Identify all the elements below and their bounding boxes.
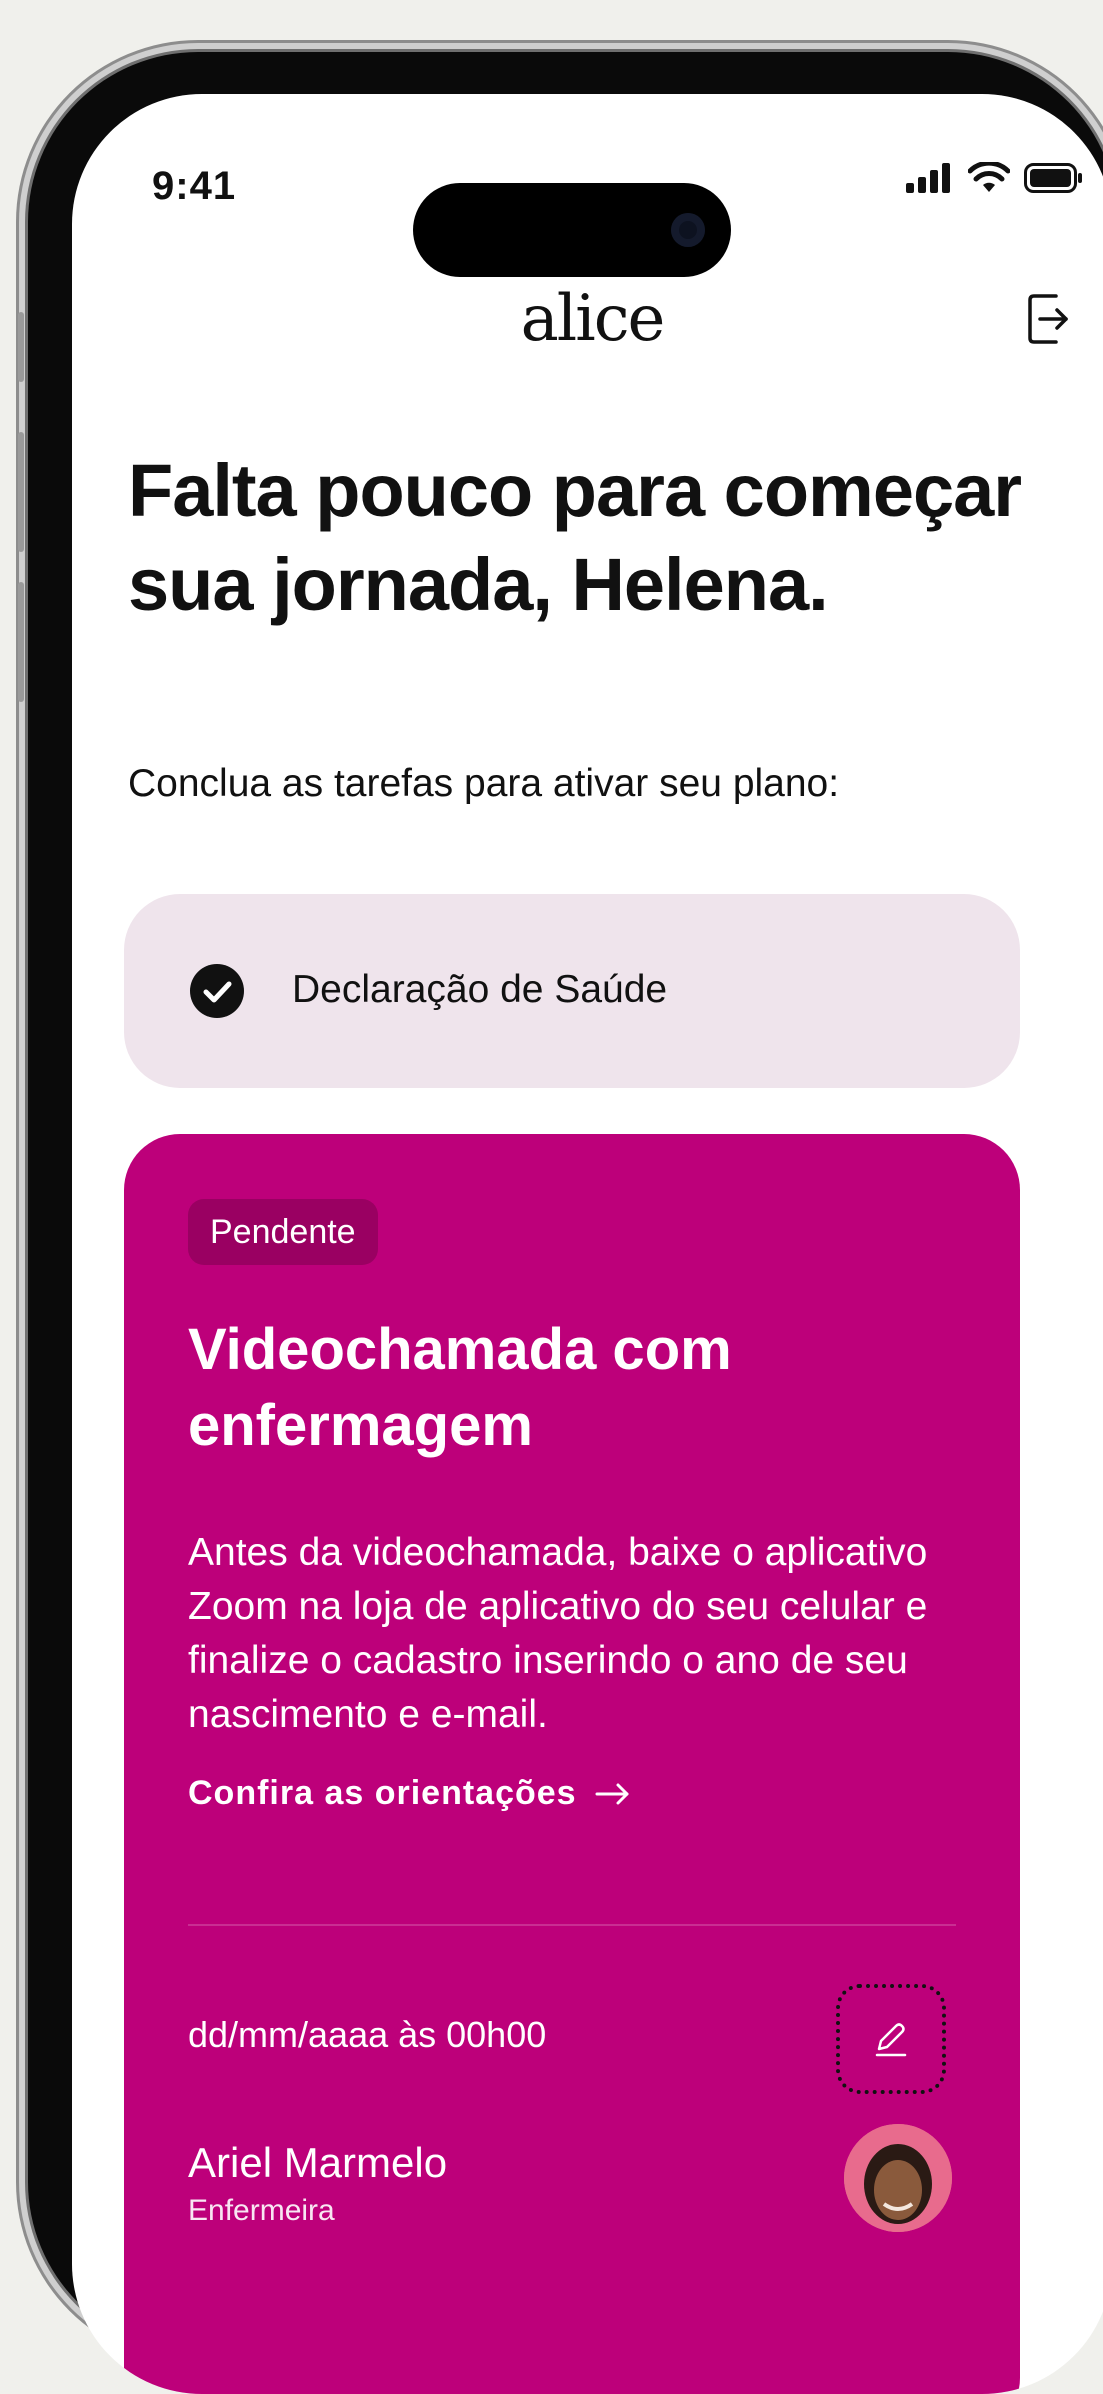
appointment-datetime: dd/mm/aaaa às 00h00: [188, 2014, 547, 2055]
alice-logo: alice: [520, 282, 666, 356]
page-title: Falta pouco para começar sua jornada, He…: [128, 449, 1022, 626]
dynamic-island: [413, 183, 731, 277]
battery-icon: [1024, 163, 1082, 193]
action-button: [18, 312, 24, 382]
logout-icon: [1028, 294, 1068, 344]
task-title: Videochamada com enfermagem: [188, 1317, 732, 1458]
logout-button[interactable]: [1026, 290, 1072, 353]
camera-icon: [671, 213, 705, 247]
nurse-name: Ariel Marmelo: [188, 2139, 448, 2186]
nurse-avatar: [844, 2124, 952, 2232]
page-subtitle: Conclua as tarefas para ativar seu plano…: [128, 762, 840, 805]
guidelines-link-label: Confira as orientações: [188, 1774, 577, 1812]
status-time: 9:41: [152, 164, 237, 208]
nurse-role: Enfermeira: [188, 2194, 335, 2227]
status-badge: Pendente: [188, 1199, 378, 1265]
pending-task-card: Pendente Videochamada com enfermagem Ant…: [124, 1134, 1020, 2394]
guidelines-link[interactable]: Confira as orientações: [188, 1774, 631, 1813]
system-icons: [906, 162, 1082, 194]
edit-appointment-button[interactable]: [836, 1984, 946, 2094]
check-circle-icon: [190, 964, 244, 1018]
volume-up-button: [18, 432, 24, 552]
volume-down-button: [18, 582, 24, 702]
wifi-icon: [968, 162, 1010, 192]
pencil-icon: [875, 2023, 907, 2057]
arrow-right-icon: [595, 1783, 629, 1804]
phone-frame: 9:41 alice Falta pouco para começar sua …: [18, 52, 1103, 2394]
status-bar: 9:41: [72, 94, 1103, 277]
app-screen: 9:41 alice Falta pouco para começar sua …: [72, 94, 1103, 2394]
completed-task-label: Declaração de Saúde: [292, 968, 668, 1011]
task-description: Antes da videochamada, baixe o aplicativ…: [188, 1531, 928, 1736]
completed-task-card[interactable]: Declaração de Saúde: [124, 894, 1020, 1088]
signal-icon: [906, 163, 950, 193]
card-divider: [188, 1924, 956, 1926]
